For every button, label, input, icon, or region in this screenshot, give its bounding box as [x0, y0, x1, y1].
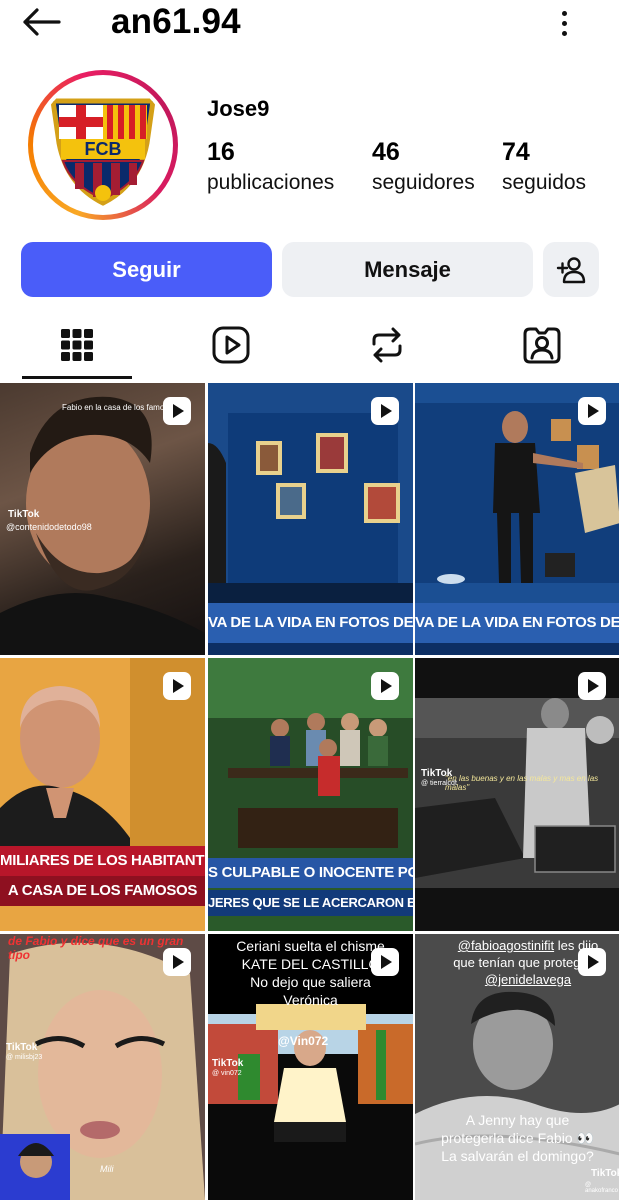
reel-icon: [163, 397, 191, 425]
post-caption: S CULPABLE O INOCENTE POR LA SALI: [208, 858, 413, 888]
post-thumbnail[interactable]: VA DE LA VIDA EN FOTOS DE FABIO: [415, 383, 619, 655]
tiktok-watermark: TikTok: [212, 1058, 244, 1069]
follow-button[interactable]: Seguir: [21, 242, 272, 297]
more-dot-icon: [561, 30, 567, 36]
post-thumbnail[interactable]: Fabio en la casa de los famosos TikTok @…: [0, 383, 205, 655]
top-bar: an61.94: [0, 0, 619, 46]
stat-value: 74: [502, 138, 530, 166]
tiktok-username: @ vin072: [212, 1070, 242, 1077]
mention-link[interactable]: @fabioagostinifit: [458, 938, 554, 953]
post-caption: A Jenny hay que: [465, 1112, 570, 1128]
stat-value: 46: [372, 138, 400, 166]
post-caption: Verónica: [283, 992, 338, 1008]
post-caption: No dejo que saliera: [250, 974, 371, 990]
reel-icon: [578, 397, 606, 425]
suggest-users-button[interactable]: [543, 242, 599, 297]
svg-text:FCB: FCB: [85, 139, 122, 159]
tagged-person-icon: [523, 327, 561, 364]
reel-icon: [163, 948, 191, 976]
tiktok-watermark: TikTok: [6, 1042, 38, 1053]
tiktok-watermark: TikTok: [8, 509, 40, 520]
post-thumbnail[interactable]: "en las buenas y en las malas y mas en l…: [415, 658, 619, 931]
post-thumbnail[interactable]: de Fabio y dice que es un gran tipo TikT…: [0, 934, 205, 1200]
add-person-icon: [556, 256, 586, 283]
post-caption: MILIARES DE LOS HABITANTES: [0, 846, 205, 876]
posts-grid: Fabio en la casa de los famosos TikTok @…: [0, 383, 619, 1200]
profile-tabs: [0, 312, 619, 380]
post-thumbnail[interactable]: @fabioagostinifit les dijo que tenían qu…: [415, 934, 619, 1200]
story-ring[interactable]: FCB: [28, 70, 178, 220]
tiktok-watermark: TikTok: [421, 768, 453, 779]
reel-icon: [578, 948, 606, 976]
more-dot-icon: [561, 10, 567, 16]
post-thumbnail[interactable]: VA DE LA VIDA EN FOTOS DE FABIO: [208, 383, 413, 655]
tiktok-username: @ anakofranco: [585, 1182, 619, 1194]
tiktok-watermark: TikTok: [591, 1168, 619, 1179]
back-button[interactable]: [18, 4, 64, 40]
fcb-crest-logo: FCB: [50, 98, 156, 206]
stat-posts[interactable]: 16 publicaciones: [207, 138, 334, 195]
stat-label: seguidores: [372, 171, 475, 194]
reel-icon: [578, 672, 606, 700]
tiktok-username: @ tierralcdt: [421, 780, 457, 787]
post-caption: "en las buenas y en las malas y mas en l…: [445, 774, 599, 792]
tab-reels[interactable]: [154, 312, 308, 378]
stat-following[interactable]: 74 seguidos: [502, 138, 586, 195]
stat-value: 16: [207, 138, 235, 166]
reels-icon: [212, 326, 250, 364]
name-tag: Mili: [100, 1164, 114, 1174]
profile-handle: an61.94: [111, 2, 241, 41]
post-caption: protegerla dice Fabio 👀: [441, 1130, 594, 1146]
reel-icon: [163, 672, 191, 700]
avatar: FCB: [37, 79, 169, 211]
display-name: Jose9: [207, 96, 270, 121]
stat-label: seguidos: [502, 171, 587, 194]
post-thumbnail[interactable]: MILIARES DE LOS HABITANTES A CASA DE LOS…: [0, 658, 205, 931]
tab-tagged[interactable]: [465, 312, 619, 378]
stat-label: publicaciones: [207, 171, 335, 194]
repost-icon: [372, 327, 402, 363]
post-thumbnail[interactable]: Ceriani suelta el chisme KATE DEL CASTIL…: [208, 934, 413, 1200]
post-thumbnail[interactable]: S CULPABLE O INOCENTE POR LA SALI JERES …: [208, 658, 413, 931]
reel-icon: [371, 397, 399, 425]
post-caption: A CASA DE LOS FAMOSOS: [0, 876, 205, 906]
watermark-text: @Vin072: [278, 1034, 329, 1048]
post-caption: JERES QUE SE LE ACERCARON EN LA CA: [208, 890, 413, 916]
active-tab-indicator: [22, 376, 132, 379]
reel-icon: [371, 948, 399, 976]
message-button[interactable]: Mensaje: [282, 242, 533, 297]
stat-followers[interactable]: 46 seguidores: [372, 138, 475, 195]
more-options-button[interactable]: [548, 6, 580, 40]
post-caption: VA DE LA VIDA EN FOTOS DE FABIO: [208, 603, 413, 643]
tab-reposts[interactable]: [310, 312, 464, 378]
post-caption: Fabio en la casa de los famosos: [62, 403, 177, 412]
tiktok-username: @ milisbj23: [6, 1054, 43, 1061]
more-dot-icon: [561, 20, 567, 26]
tiktok-username: @contenidodetodo98: [6, 522, 92, 532]
grid-icon: [61, 329, 93, 361]
reel-icon: [371, 672, 399, 700]
post-caption: VA DE LA VIDA EN FOTOS DE FABIO: [415, 603, 619, 643]
post-caption: La salvarán el domingo?: [441, 1148, 594, 1164]
tab-posts-grid[interactable]: [0, 312, 154, 378]
back-arrow-icon: [23, 8, 61, 36]
